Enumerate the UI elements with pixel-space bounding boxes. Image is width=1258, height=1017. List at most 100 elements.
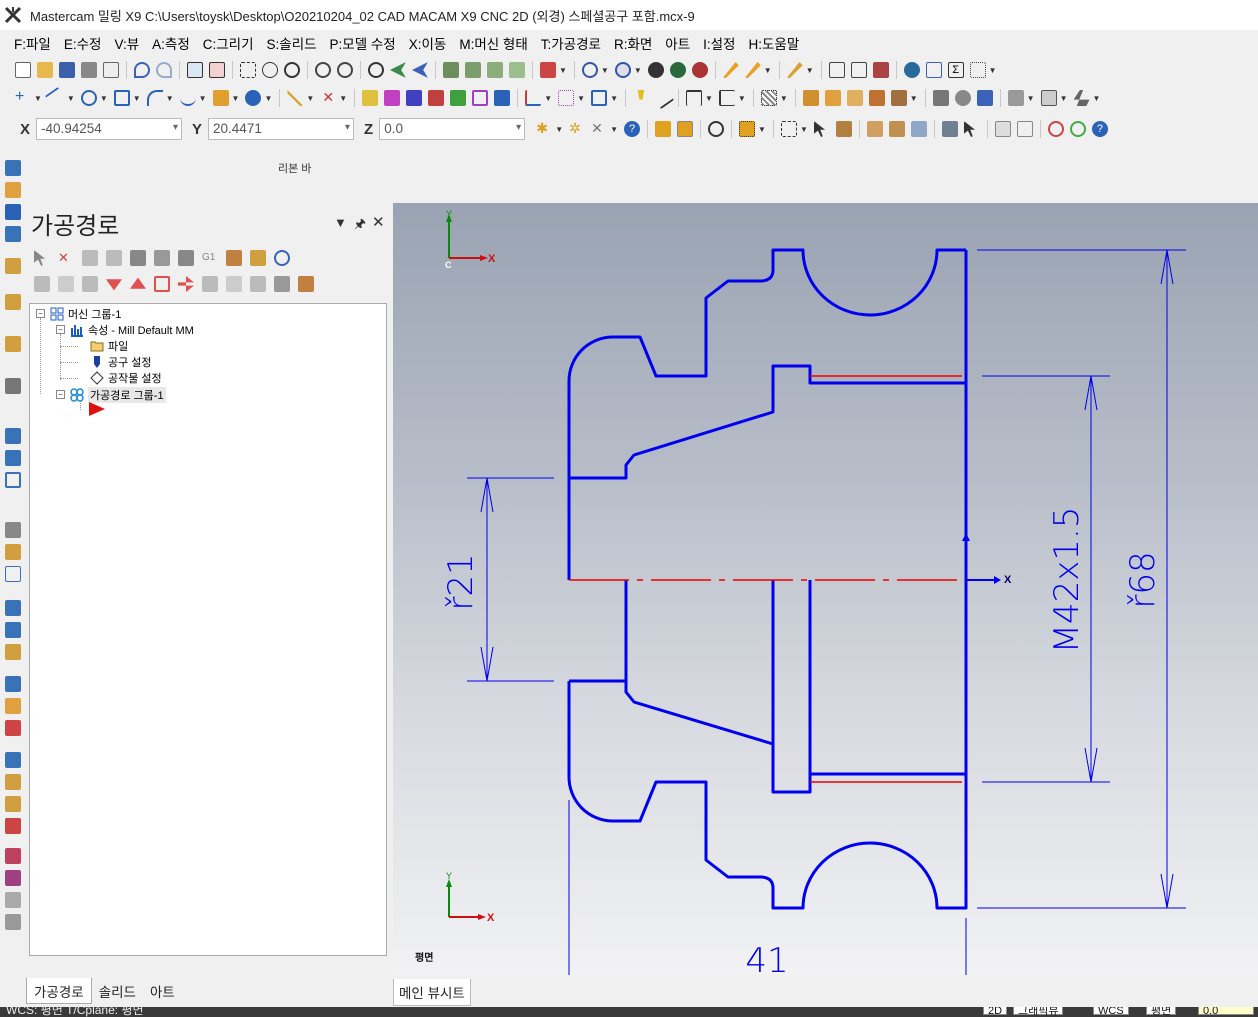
fast-point-icon[interactable]: ✱ — [536, 121, 552, 137]
zoom-selected-icon[interactable] — [284, 62, 300, 78]
rectangle-icon[interactable] — [113, 90, 130, 106]
slot-mill-icon[interactable] — [5, 676, 21, 692]
tree-files[interactable]: 파일 — [90, 338, 128, 354]
delete-icon[interactable]: ✕ — [320, 90, 336, 106]
top-view-icon[interactable] — [487, 62, 503, 78]
solid-select-icon[interactable] — [835, 121, 852, 137]
group-ops-icon[interactable] — [226, 276, 242, 292]
panel-close-icon[interactable]: ✕ — [372, 213, 385, 231]
open-folder-icon[interactable] — [37, 62, 53, 78]
save-icon[interactable] — [59, 62, 75, 78]
x-coordinate-input[interactable]: -40.94254 — [36, 118, 183, 140]
menu-screen[interactable]: R:화면 — [614, 33, 652, 53]
dimension-vertical-icon[interactable] — [718, 90, 735, 106]
tab-main-viewsheet[interactable]: 메인 뷰시트 — [393, 979, 471, 1006]
dimension-horizontal-icon[interactable] — [685, 90, 702, 106]
transform-tp-icon[interactable] — [5, 428, 21, 444]
thread-mill-icon[interactable] — [5, 622, 21, 638]
solid-box-icon[interactable] — [976, 90, 993, 106]
delete-tp-icon[interactable] — [5, 720, 21, 736]
shading-icon[interactable] — [540, 62, 556, 78]
surface-rough-icon[interactable] — [5, 294, 21, 310]
trim-icon[interactable] — [287, 90, 304, 106]
multi-pencil-icon[interactable] — [744, 62, 761, 78]
zoom-target-icon[interactable] — [262, 62, 278, 78]
pointer-icon[interactable] — [813, 121, 826, 137]
repaint-icon[interactable] — [209, 62, 225, 78]
solid-shell-icon[interactable] — [1073, 90, 1090, 106]
status-plane-button[interactable]: 평면 — [1146, 1007, 1177, 1017]
surface-ruled-icon[interactable] — [802, 90, 819, 106]
help-question-icon[interactable]: ? — [624, 121, 641, 137]
move-up-icon[interactable] — [130, 277, 146, 289]
select-last-icon[interactable] — [1016, 121, 1033, 137]
menu-machine-type[interactable]: M:머신 형태 — [459, 33, 527, 53]
wrench-icon[interactable] — [250, 250, 266, 266]
green-ball-icon[interactable] — [669, 62, 686, 78]
machine-group-toggle[interactable]: − — [36, 309, 45, 318]
post-g1-icon[interactable]: G1 — [202, 250, 218, 266]
circle-mill-icon[interactable] — [5, 600, 21, 616]
menu-solids[interactable]: S:솔리드 — [267, 33, 317, 53]
stock-display-icon[interactable] — [298, 276, 314, 292]
menu-file[interactable]: F:파일 — [14, 33, 51, 53]
xform-offset-icon[interactable] — [450, 90, 467, 106]
drill-icon[interactable] — [5, 204, 21, 220]
insert-arrow-marker-icon[interactable] — [88, 401, 106, 417]
surface-revolve-icon[interactable] — [846, 90, 863, 106]
toolpath-group-toggle[interactable]: − — [56, 390, 65, 399]
menu-view[interactable]: V:뷰 — [114, 33, 139, 53]
reselect-icon[interactable] — [708, 121, 725, 137]
grid-icon[interactable] — [969, 62, 986, 78]
solid-tp-icon[interactable] — [5, 522, 21, 538]
stock-model-icon[interactable] — [5, 544, 21, 560]
panel-dropdown-icon[interactable]: ▼ — [334, 215, 347, 230]
front-view-icon[interactable] — [465, 62, 481, 78]
solid-extrude-icon[interactable] — [932, 90, 949, 106]
surface-loft-icon[interactable] — [824, 90, 841, 106]
chain-select-icon[interactable] — [739, 121, 756, 137]
xform-mirror-icon[interactable] — [384, 90, 401, 106]
redo-icon[interactable] — [156, 62, 172, 78]
engrave-icon[interactable] — [5, 644, 21, 660]
settings-gear-icon[interactable] — [903, 62, 920, 78]
menu-analyze[interactable]: A:측정 — [152, 33, 190, 53]
help-icon[interactable]: ? — [1091, 121, 1108, 137]
spline-icon[interactable] — [179, 90, 196, 106]
previous-view-icon[interactable] — [390, 62, 406, 78]
shaded-globe-icon[interactable] — [614, 62, 631, 78]
tree-machine-group[interactable]: 머신 그룹-1 — [50, 306, 121, 322]
xform-project-icon[interactable] — [494, 90, 511, 106]
chain-icon[interactable] — [872, 62, 889, 78]
pencil-icon[interactable] — [722, 62, 739, 78]
scroll-to-insert-icon[interactable] — [178, 276, 194, 292]
auto-cursor-icon[interactable]: ✲ — [569, 121, 585, 137]
surface-finish-icon[interactable] — [5, 336, 21, 352]
status-z-depth-input[interactable]: 0.0 — [1198, 1007, 1254, 1017]
backplot-icon[interactable] — [5, 752, 21, 768]
tab-art[interactable]: 아트 — [143, 978, 182, 1004]
solid-chamfer-icon[interactable] — [1040, 90, 1057, 106]
xform-stretch-icon[interactable] — [472, 90, 489, 106]
toolpath-display-icon[interactable] — [274, 276, 290, 292]
hatch-icon[interactable] — [760, 90, 777, 106]
analyze-distance-icon[interactable] — [850, 62, 867, 78]
simulate-ops-icon[interactable] — [178, 250, 194, 266]
nesting-icon[interactable] — [5, 566, 21, 582]
dynamic-rotation-icon[interactable] — [368, 62, 384, 78]
tab-solids[interactable]: 솔리드 — [92, 978, 143, 1004]
menu-toolpaths[interactable]: T:가공경로 — [541, 33, 601, 53]
status-wcs-button[interactable]: WCS — [1093, 1007, 1129, 1017]
status-2d-button[interactable]: 2D — [983, 1007, 1008, 1017]
panel-pin-icon[interactable]: 🖈 — [354, 215, 366, 237]
menu-xform[interactable]: X:이동 — [409, 33, 447, 53]
material-manager-icon[interactable] — [5, 914, 21, 930]
xform-rotate-icon[interactable] — [406, 90, 423, 106]
multiaxis-icon[interactable] — [5, 450, 21, 466]
group-icon[interactable] — [591, 90, 608, 106]
toggle-post-icon[interactable] — [82, 276, 98, 292]
new-file-icon[interactable] — [15, 62, 31, 78]
post-icon[interactable] — [5, 848, 21, 864]
measure-icon[interactable] — [651, 86, 675, 110]
insert-arrow-icon[interactable] — [154, 276, 170, 292]
